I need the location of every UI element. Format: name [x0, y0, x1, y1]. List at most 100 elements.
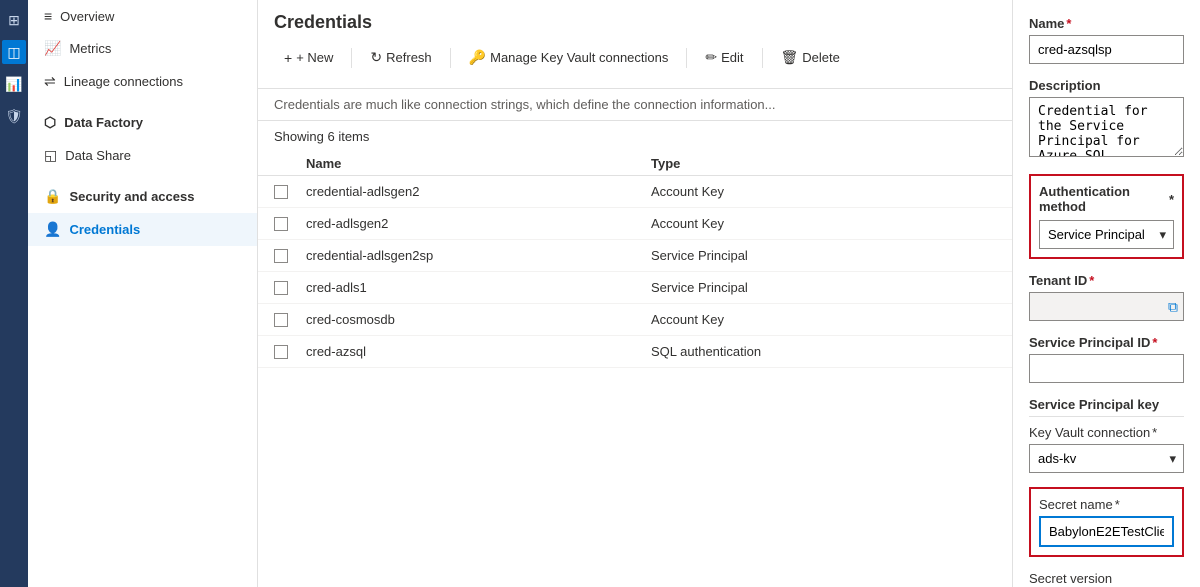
manage-icon[interactable]: 🛡: [2, 104, 26, 128]
home-icon[interactable]: ⊞: [2, 8, 26, 32]
row-name-1: credential-adlsgen2: [306, 184, 651, 199]
service-principal-id-label: Service Principal ID *: [1029, 335, 1184, 350]
table-row[interactable]: cred-azsql SQL authentication: [258, 336, 1012, 368]
new-icon: +: [284, 50, 292, 66]
lineage-icon: ⇌: [44, 73, 56, 90]
edit-button[interactable]: ✏ Edit: [695, 43, 753, 72]
toolbar-separator-1: [351, 48, 352, 68]
detail-pane: Name * Description Credential for the Se…: [1013, 0, 1200, 587]
table-header: Name Type: [258, 152, 1012, 176]
name-input[interactable]: [1029, 35, 1184, 64]
copy-icon[interactable]: ⧉: [1168, 298, 1178, 315]
delete-button[interactable]: 🗑 Delete: [771, 43, 850, 72]
toolbar-separator-3: [686, 48, 687, 68]
row-name-3: credential-adlsgen2sp: [306, 248, 651, 263]
toolbar-separator-4: [762, 48, 763, 68]
service-principal-key-label: Service Principal key: [1029, 397, 1184, 417]
service-principal-id-field-group: Service Principal ID *: [1029, 335, 1184, 383]
sidebar-label-lineage: Lineage connections: [64, 74, 183, 89]
description-text: Credentials are much like connection str…: [258, 89, 1012, 121]
data-factory-icon: ⬡: [44, 114, 56, 131]
row-checkbox-2[interactable]: [274, 217, 288, 231]
name-required: *: [1066, 16, 1071, 31]
auth-method-label: Authentication method *: [1039, 184, 1174, 214]
auth-method-group: Authentication method * Service Principa…: [1029, 174, 1184, 259]
sidebar: ≡ Overview 📈 Metrics ⇌ Lineage connectio…: [28, 0, 258, 587]
sidebar-item-overview[interactable]: ≡ Overview: [28, 0, 257, 32]
key-vault-select[interactable]: ads-kv: [1029, 444, 1184, 473]
tenant-id-wrapper: ⧉: [1029, 292, 1184, 321]
auth-method-select-wrapper: Service Principal Account Key SQL authen…: [1039, 220, 1174, 249]
row-type-3: Service Principal: [651, 248, 996, 263]
row-type-5: Account Key: [651, 312, 996, 327]
main-content: Credentials + + New ↻ Refresh 🔑 Manage K…: [258, 0, 1200, 587]
sidebar-label-data-share: Data Share: [65, 148, 131, 163]
table-row[interactable]: cred-adlsgen2 Account Key: [258, 208, 1012, 240]
credentials-icon: 👤: [44, 221, 61, 238]
row-type-1: Account Key: [651, 184, 996, 199]
table-body: credential-adlsgen2 Account Key cred-adl…: [258, 176, 1012, 368]
showing-count: Showing 6 items: [258, 121, 1012, 152]
sidebar-label-overview: Overview: [60, 9, 114, 24]
key-vault-connection-field-group: Key Vault connection * ads-kv ▾: [1029, 425, 1184, 473]
toolbar-separator-2: [450, 48, 451, 68]
row-name-4: cred-adls1: [306, 280, 651, 295]
row-checkbox-6[interactable]: [274, 345, 288, 359]
page-title: Credentials: [274, 12, 996, 33]
key-vault-connection-label: Key Vault connection *: [1029, 425, 1184, 440]
tenant-id-label: Tenant ID *: [1029, 273, 1184, 288]
secret-name-group: Secret name *: [1029, 487, 1184, 557]
secret-name-label: Secret name *: [1039, 497, 1174, 512]
row-checkbox-1[interactable]: [274, 185, 288, 199]
row-type-6: SQL authentication: [651, 344, 996, 359]
delete-icon: 🗑: [781, 49, 799, 66]
key-icon: 🔑: [469, 49, 486, 66]
row-checkbox-3[interactable]: [274, 249, 288, 263]
row-name-5: cred-cosmosdb: [306, 312, 651, 327]
overview-icon: ≡: [44, 8, 52, 24]
table-row[interactable]: credential-adlsgen2sp Service Principal: [258, 240, 1012, 272]
secret-name-input[interactable]: [1039, 516, 1174, 547]
description-textarea[interactable]: Credential for the Service Principal for…: [1029, 97, 1184, 157]
sidebar-label-credentials: Credentials: [69, 222, 140, 237]
service-principal-id-input[interactable]: [1029, 354, 1184, 383]
type-column-header: Type: [651, 156, 996, 171]
sidebar-item-lineage[interactable]: ⇌ Lineage connections: [28, 65, 257, 98]
data-share-icon: ◱: [44, 147, 57, 164]
catalog-icon[interactable]: ◫: [2, 40, 26, 64]
sidebar-item-metrics[interactable]: 📈 Metrics: [28, 32, 257, 65]
row-checkbox-4[interactable]: [274, 281, 288, 295]
name-field-group: Name *: [1029, 16, 1184, 64]
edit-icon: ✏: [705, 49, 717, 66]
description-label: Description: [1029, 78, 1184, 93]
sidebar-label-data-factory: Data Factory: [64, 115, 143, 130]
toolbar: + + New ↻ Refresh 🔑 Manage Key Vault con…: [274, 43, 996, 72]
tenant-id-input[interactable]: [1029, 292, 1184, 321]
new-button[interactable]: + + New: [274, 44, 343, 72]
insights-icon[interactable]: 📊: [2, 72, 26, 96]
key-vault-select-wrapper: ads-kv ▾: [1029, 444, 1184, 473]
checkbox-header: [274, 156, 306, 171]
sidebar-item-data-factory[interactable]: ⬡ Data Factory: [28, 98, 257, 139]
tenant-id-field-group: Tenant ID * ⧉: [1029, 273, 1184, 321]
list-pane: Credentials + + New ↻ Refresh 🔑 Manage K…: [258, 0, 1013, 587]
sidebar-item-credentials[interactable]: 👤 Credentials: [28, 213, 257, 246]
metrics-icon: 📈: [44, 40, 61, 57]
name-label: Name *: [1029, 16, 1184, 31]
table-row[interactable]: credential-adlsgen2 Account Key: [258, 176, 1012, 208]
refresh-button[interactable]: ↻ Refresh: [360, 43, 441, 72]
icon-bar: ⊞ ◫ 📊 🛡: [0, 0, 28, 587]
sidebar-item-data-share[interactable]: ◱ Data Share: [28, 139, 257, 172]
row-checkbox-5[interactable]: [274, 313, 288, 327]
secret-version-field-group: Secret version: [1029, 571, 1184, 587]
name-column-header: Name: [306, 156, 651, 171]
secret-version-label: Secret version: [1029, 571, 1184, 586]
sidebar-item-security[interactable]: 🔒 Security and access: [28, 172, 257, 213]
sidebar-label-metrics: Metrics: [69, 41, 111, 56]
sidebar-label-security: Security and access: [69, 189, 194, 204]
table-row[interactable]: cred-cosmosdb Account Key: [258, 304, 1012, 336]
auth-method-select[interactable]: Service Principal Account Key SQL authen…: [1039, 220, 1174, 249]
manage-key-vault-button[interactable]: 🔑 Manage Key Vault connections: [459, 43, 679, 72]
row-type-4: Service Principal: [651, 280, 996, 295]
table-row[interactable]: cred-adls1 Service Principal: [258, 272, 1012, 304]
